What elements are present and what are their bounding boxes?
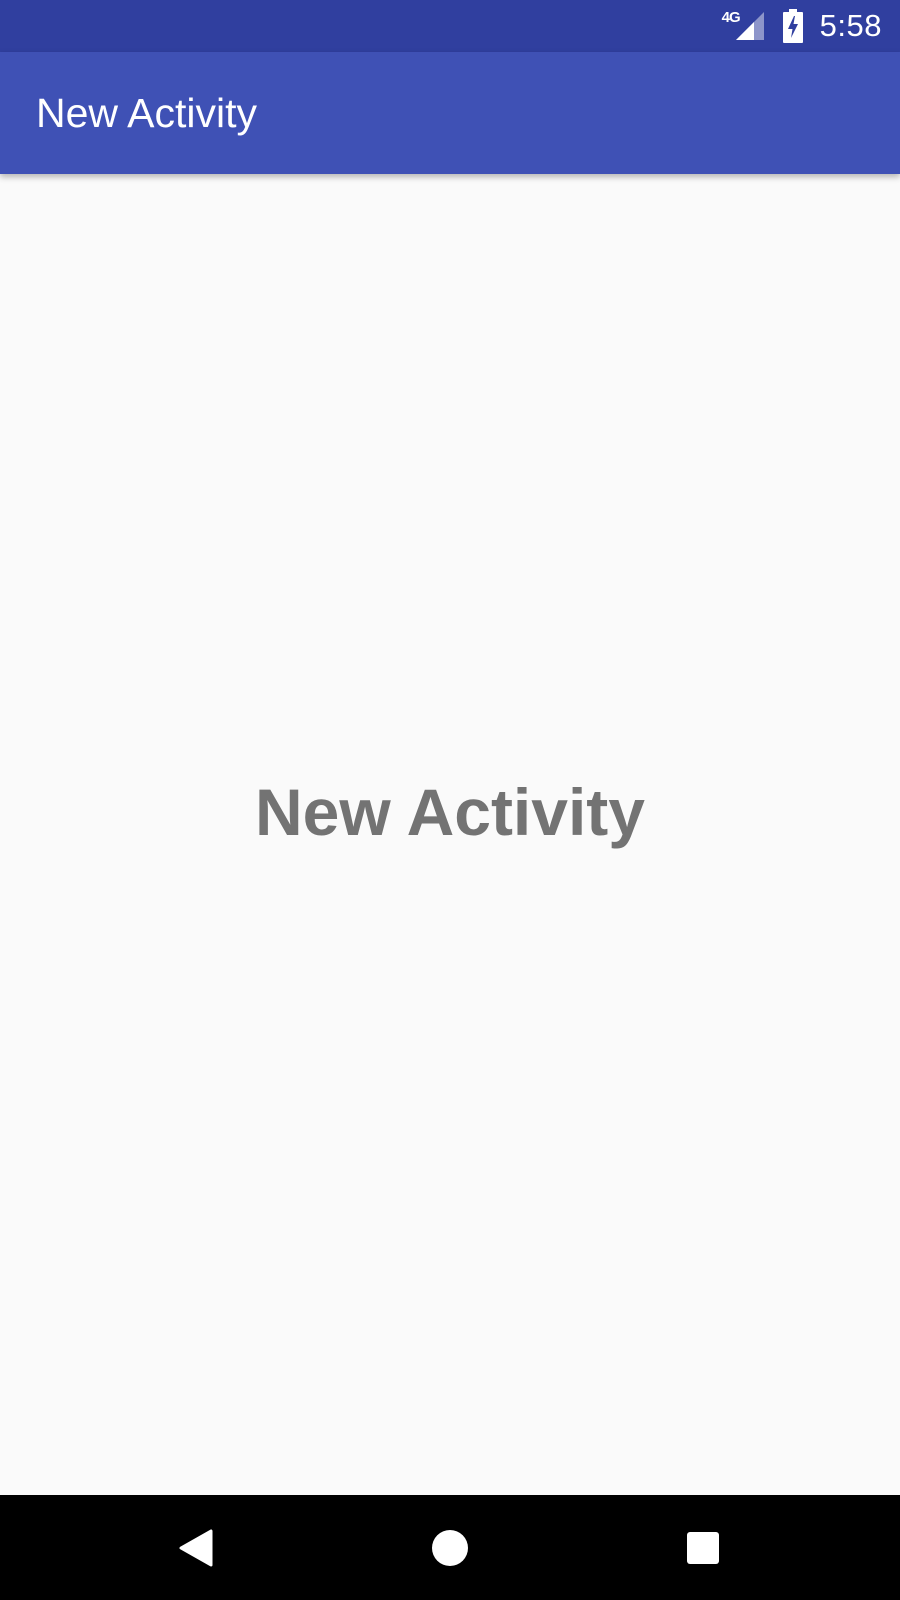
home-icon [432, 1529, 468, 1566]
status-icons: 4G 5:58 [722, 0, 882, 52]
app-bar-title: New Activity [36, 90, 257, 136]
app-bar: New Activity [0, 52, 900, 174]
network-type-label: 4G [721, 8, 741, 26]
status-time: 5:58 [819, 8, 882, 43]
recents-button[interactable] [643, 1495, 763, 1600]
battery-charging-icon [782, 9, 803, 43]
back-button[interactable] [137, 1495, 257, 1600]
home-button[interactable] [390, 1495, 510, 1600]
activity-label: New Activity [254, 775, 645, 849]
navigation-bar [0, 1495, 900, 1600]
back-icon [179, 1529, 213, 1566]
status-bar: 4G 5:58 [0, 0, 900, 52]
main-content: New Activity [0, 174, 900, 1495]
recents-icon [687, 1531, 719, 1564]
